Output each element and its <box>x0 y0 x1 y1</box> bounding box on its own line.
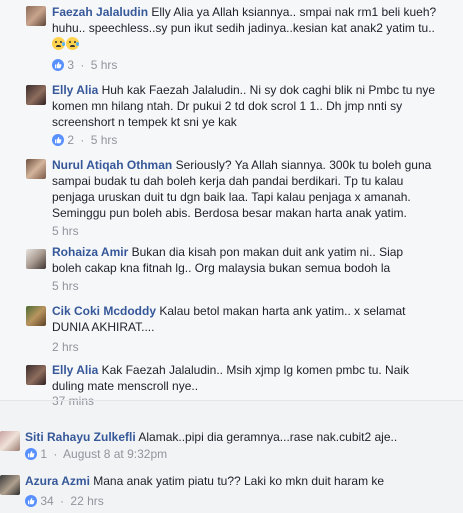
comment-text: Huh kak Faezah Jalaludin.. Ni sy dok cag… <box>52 83 436 129</box>
comment-item: Siti Rahayu Zulkefli Alamak..pipi dia ge… <box>0 429 463 468</box>
comment-body: Elly Alia Huh kak Faezah Jalaludin.. Ni … <box>52 82 444 130</box>
comment-timestamp[interactable]: 5 hrs <box>91 133 118 147</box>
comment-item: Nurul Atiqah Othman Seriously? Ya Allah … <box>0 154 463 240</box>
comment-body: Cik Coki Mcdoddy Kalau betol makan harta… <box>52 303 422 335</box>
avatar[interactable] <box>26 159 46 179</box>
like-icon[interactable] <box>25 448 37 460</box>
comment-meta: 2 hrs <box>52 340 79 354</box>
separator-dot: · <box>80 133 85 147</box>
comment-timestamp[interactable]: August 8 at 9:32pm <box>63 447 167 461</box>
comment-body: Faezah Jalaludin Elly Alia ya Allah ksia… <box>52 4 447 52</box>
comment-body: Siti Rahayu Zulkefli Alamak..pipi dia ge… <box>25 429 455 445</box>
comment-body: Rohaiza Amir Bukan dia kisah pon makan d… <box>52 244 422 276</box>
comment-body: Elly Alia Kak Faezah Jalaludin.. Msih xj… <box>52 362 412 394</box>
comment-meta: 5 hrs <box>52 279 79 293</box>
like-icon[interactable] <box>52 134 64 146</box>
comment-author[interactable]: Nurul Atiqah Othman <box>52 158 172 172</box>
avatar[interactable] <box>26 306 46 326</box>
comment-author[interactable]: Cik Coki Mcdoddy <box>52 304 156 318</box>
thread-divider <box>0 400 463 401</box>
like-icon[interactable] <box>25 495 37 507</box>
avatar[interactable] <box>0 475 20 495</box>
comment-meta: 1 · August 8 at 9:32pm <box>25 447 167 461</box>
reaction-count[interactable]: 2 <box>67 133 74 147</box>
comment-timestamp[interactable]: 5 hrs <box>91 58 118 72</box>
comment-meta: 5 hrs <box>52 224 79 238</box>
like-icon[interactable] <box>52 59 64 71</box>
comment-timestamp[interactable]: 5 hrs <box>52 279 79 293</box>
comment-body: Azura Azmi Mana anak yatim piatu tu?? La… <box>25 473 455 489</box>
comment-item: Rohaiza Amir Bukan dia kisah pon makan d… <box>0 241 463 296</box>
comment-item: Cik Coki Mcdoddy Kalau betol makan harta… <box>0 300 463 355</box>
comment-timestamp[interactable]: 22 hrs <box>70 494 103 508</box>
avatar[interactable] <box>26 6 46 26</box>
crying-face-icon <box>52 37 65 50</box>
avatar[interactable] <box>26 249 46 269</box>
comment-item: Azura Azmi Mana anak yatim piatu tu?? La… <box>0 474 463 513</box>
avatar[interactable] <box>0 431 20 451</box>
comment-author[interactable]: Elly Alia <box>52 83 98 97</box>
separator-dot: · <box>60 494 65 508</box>
reaction-count[interactable]: 3 <box>67 58 74 72</box>
comment-timestamp[interactable]: 5 hrs <box>52 224 79 238</box>
separator-dot: · <box>53 447 58 461</box>
comment-meta: 3 · 5 hrs <box>52 58 117 72</box>
comment-item: Elly Alia Huh kak Faezah Jalaludin.. Ni … <box>0 79 463 149</box>
comment-item: Faezah Jalaludin Elly Alia ya Allah ksia… <box>0 0 463 75</box>
comment-author[interactable]: Azura Azmi <box>25 474 90 488</box>
crying-face-icon <box>66 37 79 50</box>
reaction-count[interactable]: 1 <box>40 447 47 461</box>
comment-author[interactable]: Elly Alia <box>52 363 98 377</box>
comment-author[interactable]: Rohaiza Amir <box>52 245 128 259</box>
comment-text: Alamak..pipi dia geramnya...rase nak.cub… <box>138 430 398 444</box>
comment-timestamp[interactable]: 2 hrs <box>52 340 79 354</box>
comment-author[interactable]: Faezah Jalaludin <box>52 5 148 19</box>
comment-timestamp[interactable]: 37 mins <box>52 394 94 408</box>
separator-dot: · <box>80 58 85 72</box>
comment-body: Nurul Atiqah Othman Seriously? Ya Allah … <box>52 157 445 221</box>
comment-item: Elly Alia Kak Faezah Jalaludin.. Msih xj… <box>0 359 463 399</box>
reaction-count[interactable]: 34 <box>40 494 53 508</box>
comment-meta: 34 · 22 hrs <box>25 494 104 508</box>
comment-text: Kak Faezah Jalaludin.. Msih xjmp lg kome… <box>52 363 410 393</box>
avatar[interactable] <box>26 365 46 385</box>
comment-author[interactable]: Siti Rahayu Zulkefli <box>25 430 136 444</box>
comment-timestamp-wrap: 37 mins <box>52 394 94 408</box>
comment-meta: 2 · 5 hrs <box>52 133 117 147</box>
comment-text: Mana anak yatim piatu tu?? Laki ko mkn d… <box>93 474 385 488</box>
avatar[interactable] <box>26 85 46 105</box>
